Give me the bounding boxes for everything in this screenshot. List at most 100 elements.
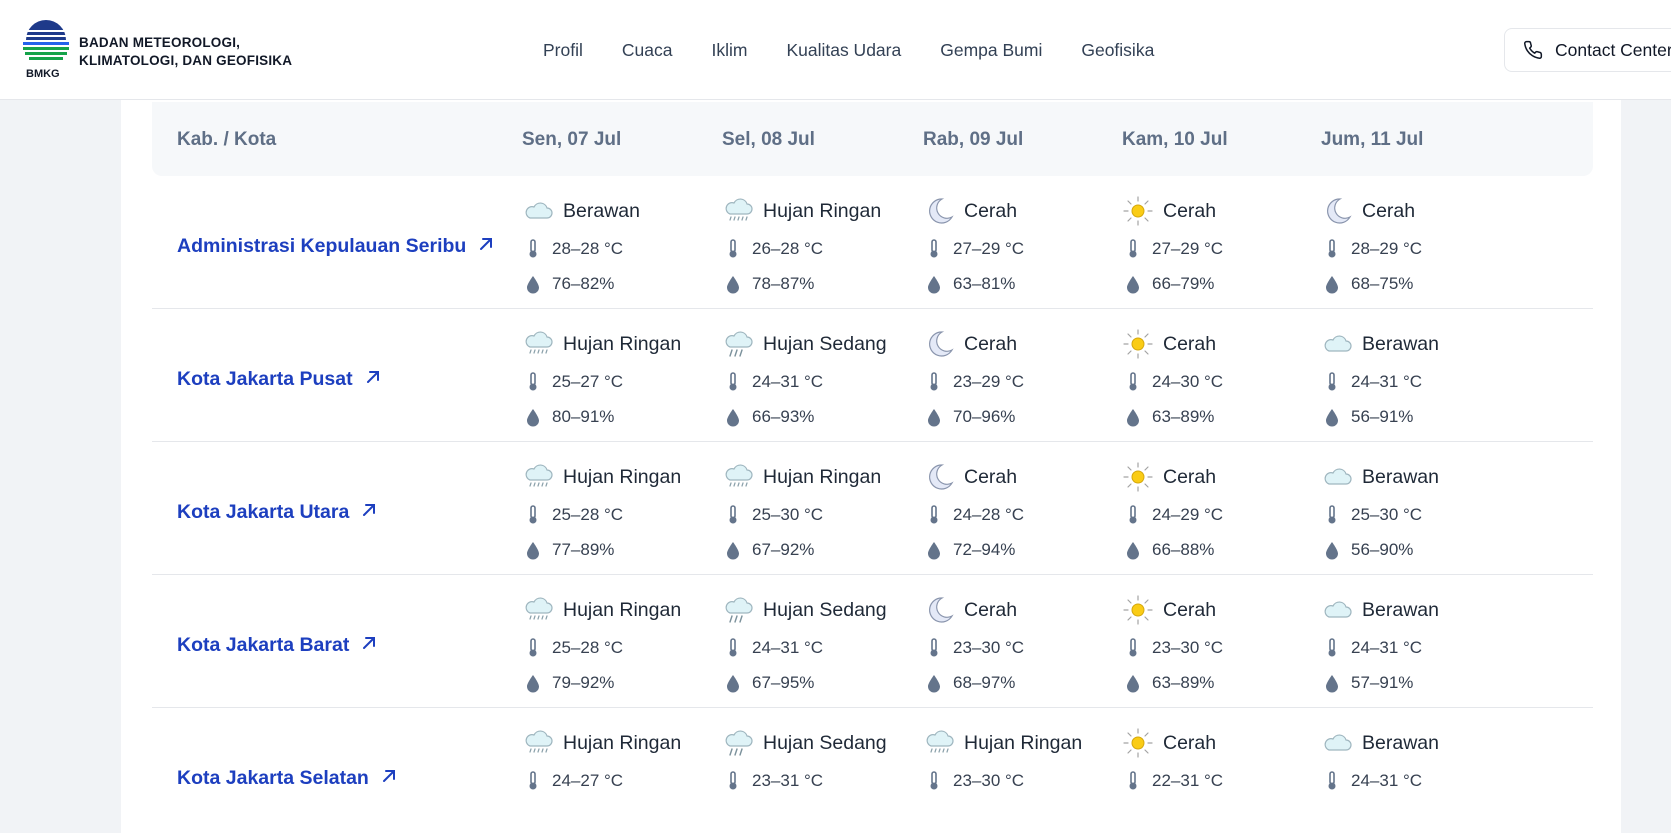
light-rain-icon [522, 595, 554, 625]
droplet-icon [522, 407, 544, 427]
humidity: 66–88% [1122, 538, 1322, 562]
temperature: 24–31 °C [722, 636, 922, 660]
forecast-cell: Cerah 24–30 °C 63–89% [1122, 329, 1322, 429]
logo-abbreviation: BMKG [26, 68, 60, 80]
city-name: Kota Jakarta Barat [177, 634, 350, 656]
droplet-icon [722, 540, 744, 560]
weather-condition: Cerah [1122, 728, 1322, 758]
temperature-value: 24–29 °C [1152, 505, 1224, 524]
city-link[interactable]: Administrasi Kepulauan Seribu [177, 235, 494, 258]
temperature-value: 25–28 °C [552, 505, 624, 524]
agency-name: BADAN METEOROLOGI, KLIMATOLOGI, DAN GEOF… [79, 34, 292, 70]
nav-geofisika[interactable]: Geofisika [1081, 40, 1154, 61]
droplet-icon [923, 274, 945, 294]
table-row: Kota Jakarta Selatan Hujan Ringan 24–27 °C… [152, 708, 1593, 833]
humidity: 67–95% [722, 671, 922, 695]
thermometer-icon [1321, 505, 1343, 525]
light-rain-icon [522, 728, 554, 758]
weather-condition: Hujan Ringan [522, 462, 722, 492]
forecast-cell: Cerah 23–30 °C 68–97% [923, 595, 1123, 695]
nav-gempa-bumi[interactable]: Gempa Bumi [940, 40, 1042, 61]
condition-label: Cerah [1362, 199, 1416, 222]
temperature-value: 24–27 °C [552, 771, 624, 790]
nav-kualitas-udara[interactable]: Kualitas Udara [786, 40, 901, 61]
condition-label: Cerah [964, 332, 1018, 355]
light-rain-icon [923, 728, 955, 758]
humidity-value: 63–81% [953, 274, 1016, 293]
temperature: 22–31 °C [1122, 769, 1322, 793]
cloud-icon [1321, 329, 1353, 359]
droplet-icon [1122, 540, 1144, 560]
forecast-cell: Berawan 28–28 °C 76–82% [522, 196, 722, 296]
nav-profil[interactable]: Profil [543, 40, 583, 61]
humidity-value: 78–87% [752, 274, 815, 293]
humidity-value: 68–97% [953, 673, 1016, 692]
city-link[interactable]: Kota Jakarta Barat [177, 634, 377, 657]
temperature: 28–29 °C [1321, 237, 1521, 261]
humidity: 70–96% [923, 405, 1123, 429]
weather-condition: Hujan Ringan [722, 462, 922, 492]
temperature: 25–30 °C [722, 503, 922, 527]
sun-icon [1122, 462, 1154, 492]
forecast-cell: Cerah 23–30 °C 63–89% [1122, 595, 1322, 695]
condition-label: Berawan [1362, 731, 1439, 754]
forecast-cell: Hujan Sedang 23–31 °C [722, 728, 922, 793]
temperature: 24–31 °C [1321, 370, 1521, 394]
contact-center-label: Contact Center [1555, 39, 1671, 60]
table-row: Kota Jakarta Pusat Hujan Ringan 25–27 °C 80… [152, 309, 1593, 442]
temperature: 23–30 °C [923, 769, 1123, 793]
table-row: Kota Jakarta Barat Hujan Ringan 25–28 °C 79… [152, 575, 1593, 708]
thermometer-icon [1321, 239, 1343, 259]
city-link[interactable]: Kota Jakarta Utara [177, 501, 377, 524]
sun-icon [1122, 728, 1154, 758]
nav-cuaca[interactable]: Cuaca [622, 40, 673, 61]
moon-icon [1321, 196, 1353, 226]
forecast-cell: Hujan Ringan 25–28 °C 77–89% [522, 462, 722, 562]
city-link[interactable]: Kota Jakarta Pusat [177, 368, 381, 391]
weather-condition: Hujan Ringan [923, 728, 1123, 758]
city-link[interactable]: Kota Jakarta Selatan [177, 767, 397, 790]
forecast-cell: Cerah 27–29 °C 66–79% [1122, 196, 1322, 296]
humidity-value: 68–75% [1351, 274, 1414, 293]
forecast-cell: Hujan Sedang 24–31 °C 67–95% [722, 595, 922, 695]
weather-condition: Hujan Sedang [722, 329, 922, 359]
forecast-cell: Hujan Ringan 25–27 °C 80–91% [522, 329, 722, 429]
thermometer-icon [923, 372, 945, 392]
humidity-value: 77–89% [552, 540, 615, 559]
moon-icon [923, 329, 955, 359]
droplet-icon [923, 673, 945, 693]
condition-label: Berawan [1362, 598, 1439, 621]
droplet-icon [923, 407, 945, 427]
condition-label: Cerah [964, 598, 1018, 621]
temperature: 23–29 °C [923, 370, 1123, 394]
forecast-cell: Cerah 24–28 °C 72–94% [923, 462, 1123, 562]
droplet-icon [722, 407, 744, 427]
thermometer-icon [923, 771, 945, 791]
sun-icon [1122, 196, 1154, 226]
weather-condition: Berawan [1321, 728, 1521, 758]
temperature: 28–28 °C [522, 237, 722, 261]
agency-name-line-2: KLIMATOLOGI, DAN GEOFISIKA [79, 53, 293, 68]
condition-label: Berawan [1362, 465, 1439, 488]
temperature-value: 28–28 °C [552, 239, 624, 258]
thermometer-icon [522, 505, 544, 525]
droplet-icon [923, 540, 945, 560]
bmkg-logo[interactable]: BMKG BADAN METEOROLOGI, KLIMATOLOGI, DAN… [21, 18, 292, 82]
nav-iklim[interactable]: Iklim [711, 40, 747, 61]
contact-center-button[interactable]: Contact Center [1504, 28, 1671, 72]
temperature-value: 28–29 °C [1351, 239, 1423, 258]
temperature: 23–31 °C [722, 769, 922, 793]
weather-condition: Hujan Ringan [522, 329, 722, 359]
condition-label: Hujan Ringan [964, 731, 1083, 754]
temperature-value: 23–30 °C [1152, 638, 1224, 657]
droplet-icon [722, 673, 744, 693]
humidity-value: 66–88% [1152, 540, 1215, 559]
temperature: 24–31 °C [1321, 636, 1521, 660]
condition-label: Hujan Ringan [763, 199, 882, 222]
weather-condition: Cerah [1122, 462, 1322, 492]
condition-label: Hujan Sedang [763, 332, 887, 355]
temperature-value: 24–31 °C [1351, 638, 1423, 657]
weather-condition: Hujan Ringan [522, 728, 722, 758]
droplet-icon [1321, 673, 1343, 693]
temperature-value: 24–31 °C [752, 638, 824, 657]
